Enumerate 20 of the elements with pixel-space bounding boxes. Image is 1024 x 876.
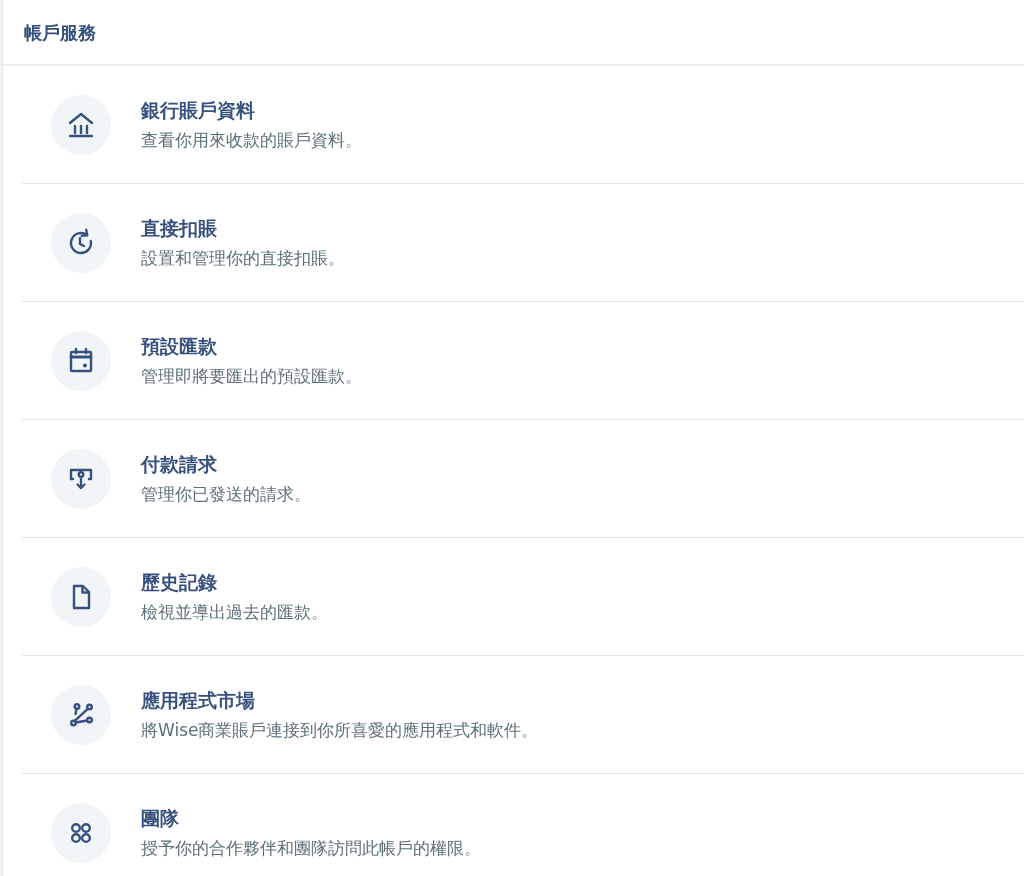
service-description: 授予你的合作夥伴和團隊訪問此帳戶的權限。 [141,836,481,859]
service-title-link[interactable]: 銀行賬戶資料 [141,98,255,123]
service-description: 查看你用來收款的賬戶資料。 [141,128,362,151]
service-description: 管理你已發送的請求。 [141,482,311,505]
service-description: 管理即將要匯出的預設匯款。 [141,364,362,387]
panel-title: 帳戶服務 [24,20,96,45]
service-title-link[interactable]: 付款請求 [141,452,217,477]
four-circles-icon [51,802,111,863]
document-icon [51,566,111,627]
service-title-link[interactable]: 直接扣賬 [141,216,217,241]
bank-icon [51,94,111,155]
service-title-link[interactable]: 歷史記錄 [141,570,217,595]
service-title-link[interactable]: 應用程式市場 [141,688,255,713]
service-description: 檢視並導出過去的匯款。 [141,600,328,623]
service-description: 設置和管理你的直接扣賬。 [141,246,345,269]
service-title-link[interactable]: 團隊 [141,806,179,831]
calendar-icon [51,330,111,391]
service-title-link[interactable]: 預設匯款 [141,334,217,359]
service-description: 將Wise商業賬戶連接到你所喜愛的應用程式和軟件。 [141,718,539,741]
connected-nodes-icon [51,684,111,745]
